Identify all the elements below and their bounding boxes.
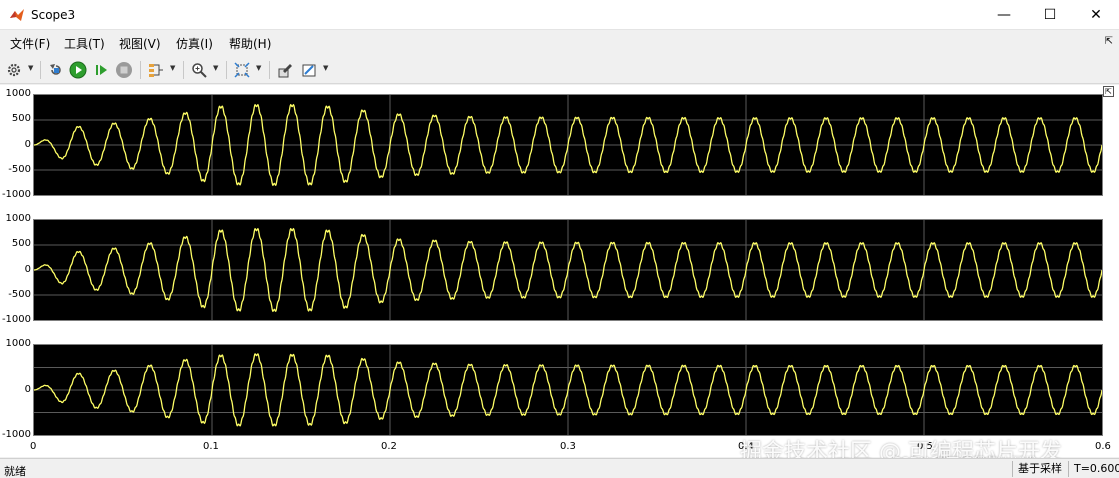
- y-tick-label: -1000: [1, 189, 31, 200]
- x-tick-label: 0: [30, 441, 37, 452]
- toolbar-separator: [140, 61, 141, 79]
- axes-2[interactable]: [33, 219, 1103, 321]
- y-tick-label: -1000: [1, 429, 31, 440]
- zoom-icon[interactable]: [189, 60, 209, 80]
- title-bar: Scope3 — ☐ ✕: [0, 0, 1119, 30]
- y-tick-label: 1000: [5, 88, 31, 99]
- autoscale-icon[interactable]: [232, 60, 252, 80]
- menu-help[interactable]: 帮助(H): [229, 35, 271, 52]
- y-tick-label: 500: [11, 113, 31, 124]
- expand-axes-icon[interactable]: ⇱: [1103, 86, 1114, 97]
- y-tick-label: 0: [24, 139, 31, 150]
- scope-plot-svg: [34, 345, 1102, 435]
- restore-icon[interactable]: [46, 60, 66, 80]
- y-tick-label: -1000: [1, 314, 31, 325]
- gear-dropdown-icon[interactable]: ▼: [28, 64, 33, 72]
- y-tick-label: 0: [24, 384, 31, 395]
- x-tick-label: 0.2: [381, 441, 397, 452]
- scope-window: Scope3 — ☐ ✕ 文件(F) 工具(T) 视图(V) 仿真(I) 帮助(…: [0, 0, 1119, 478]
- toolbar-separator: [40, 61, 41, 79]
- scope-plot-svg: [34, 95, 1102, 195]
- toolbar-separator: [269, 61, 270, 79]
- step-forward-icon[interactable]: [92, 60, 112, 80]
- minimize-button[interactable]: —: [981, 0, 1027, 30]
- close-button[interactable]: ✕: [1073, 0, 1119, 30]
- menu-file[interactable]: 文件(F): [10, 35, 50, 52]
- undock-icon[interactable]: ⇱: [1105, 36, 1113, 47]
- y-tick-label: 1000: [5, 338, 31, 349]
- x-tick-label: 0.3: [560, 441, 576, 452]
- zoom-dropdown-icon[interactable]: ▼: [213, 64, 218, 72]
- axes-1[interactable]: [33, 94, 1103, 196]
- menu-tools[interactable]: 工具(T): [64, 35, 105, 52]
- y-tick-label: -500: [8, 289, 31, 300]
- style-dropdown-icon[interactable]: ▼: [323, 64, 328, 72]
- stop-icon[interactable]: [114, 60, 134, 80]
- gear-icon[interactable]: [4, 60, 24, 80]
- y-tick-label: 1000: [5, 213, 31, 224]
- autoscale-dropdown-icon[interactable]: ▼: [256, 64, 261, 72]
- status-sample-mode: 基于采样: [1012, 461, 1068, 477]
- x-tick-label: 0.6: [1095, 441, 1111, 452]
- status-ready: 就绪: [4, 465, 26, 478]
- y-tick-label: -500: [8, 164, 31, 175]
- menu-view[interactable]: 视图(V): [119, 35, 161, 52]
- scope-plot-svg: [34, 220, 1102, 320]
- signal-select-icon[interactable]: [146, 60, 166, 80]
- write-data-icon[interactable]: [275, 60, 295, 80]
- status-bar: 就绪 基于采样 T=0.600: [0, 458, 1119, 478]
- menu-bar: 文件(F) 工具(T) 视图(V) 仿真(I) 帮助(H) ⇱: [0, 31, 1119, 55]
- window-title: Scope3: [31, 8, 76, 22]
- style-icon[interactable]: [299, 60, 319, 80]
- x-tick-label: 0.1: [203, 441, 219, 452]
- y-tick-label: 0: [24, 264, 31, 275]
- status-time: T=0.600: [1068, 461, 1119, 477]
- toolbar-separator: [183, 61, 184, 79]
- signal-select-dropdown-icon[interactable]: ▼: [170, 64, 175, 72]
- toolbar: ▼ ▼ ▼ ▼ ▼: [0, 56, 1119, 84]
- menu-simulation[interactable]: 仿真(I): [176, 35, 213, 52]
- axes-3[interactable]: [33, 344, 1103, 436]
- matlab-icon: [10, 9, 24, 21]
- run-icon[interactable]: [68, 60, 88, 80]
- toolbar-separator: [226, 61, 227, 79]
- y-tick-label: 500: [11, 238, 31, 249]
- maximize-button[interactable]: ☐: [1027, 0, 1073, 30]
